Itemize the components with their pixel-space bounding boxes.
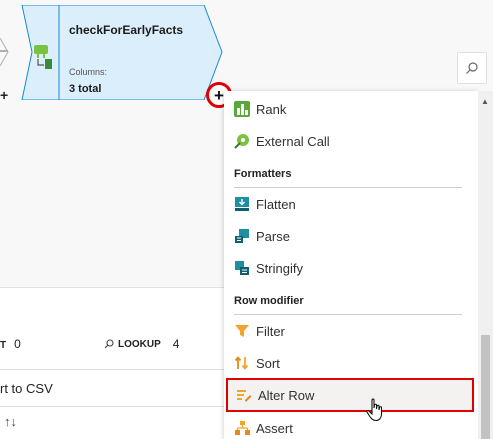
menu-item-filter[interactable]: Filter [224,316,478,346]
section-divider [234,187,462,188]
external-call-icon [234,133,250,149]
menu-item-external-call[interactable]: External Call [224,126,478,156]
upstream-add-icon[interactable]: + [0,88,8,102]
scroll-thumb[interactable] [481,335,490,439]
menu-item-label: Filter [256,323,285,339]
node-columns-label: Columns: [69,67,108,77]
stat-label: T [0,340,7,351]
divider [0,369,225,370]
menu-item-label: Parse [256,228,290,244]
menu-item-flatten[interactable]: Flatten [224,189,478,219]
flatten-icon [234,196,250,212]
add-transform-menu: Rank External Call Formatters Flatten Pa… [224,91,478,439]
menu-item-label: Rank [256,101,287,117]
menu-item-label: Flatten [256,196,296,212]
upstream-node-edge [0,38,9,67]
lookup-label: LOOKUP [118,338,161,350]
select-transform-icon [34,45,52,69]
section-header-formatters: Formatters [234,168,292,180]
menu-item-alter-row[interactable]: Alter Row [226,378,474,412]
section-divider [234,314,462,315]
assert-icon [234,420,250,436]
stringify-icon [234,260,250,276]
rank-icon [234,101,250,117]
node-columns-value: 3 total [69,83,102,95]
search-icon [466,62,478,74]
stat-count: T0 [0,337,21,351]
lookup-search-icon [104,339,114,349]
menu-item-assert[interactable]: Assert [224,413,478,439]
menu-item-parse[interactable]: Parse [224,221,478,251]
sort-arrows-icon[interactable]: ↑↓ [4,414,17,429]
divider [0,406,225,407]
stat-value: 0 [14,337,21,351]
search-button[interactable] [457,52,487,84]
menu-item-label: Stringify [256,260,303,276]
scroll-up-arrow-icon[interactable]: ▲ [481,97,489,106]
menu-item-sort[interactable]: Sort [224,348,478,378]
menu-scrollbar[interactable]: ▲ [478,91,493,439]
menu-item-label: Alter Row [258,387,315,403]
menu-item-label: External Call [256,133,330,149]
filter-icon [234,323,250,339]
parse-icon [234,228,250,244]
lookup-count: LOOKUP 4 [104,337,179,351]
node-title: checkForEarlyFacts [69,23,184,37]
sink-label: rt to CSV [0,381,53,396]
menu-item-stringify[interactable]: Stringify [224,253,478,283]
hand-cursor-icon [366,398,383,422]
lookup-value: 4 [172,337,180,351]
menu-item-rank[interactable]: Rank [224,94,478,124]
alter-row-icon [236,387,252,403]
sort-icon [234,355,250,371]
transform-node[interactable]: checkForEarlyFacts Columns: 3 total [14,5,224,100]
section-header-row-modifier: Row modifier [234,295,304,307]
menu-item-label: Sort [256,355,280,371]
menu-item-label: Assert [256,420,293,436]
